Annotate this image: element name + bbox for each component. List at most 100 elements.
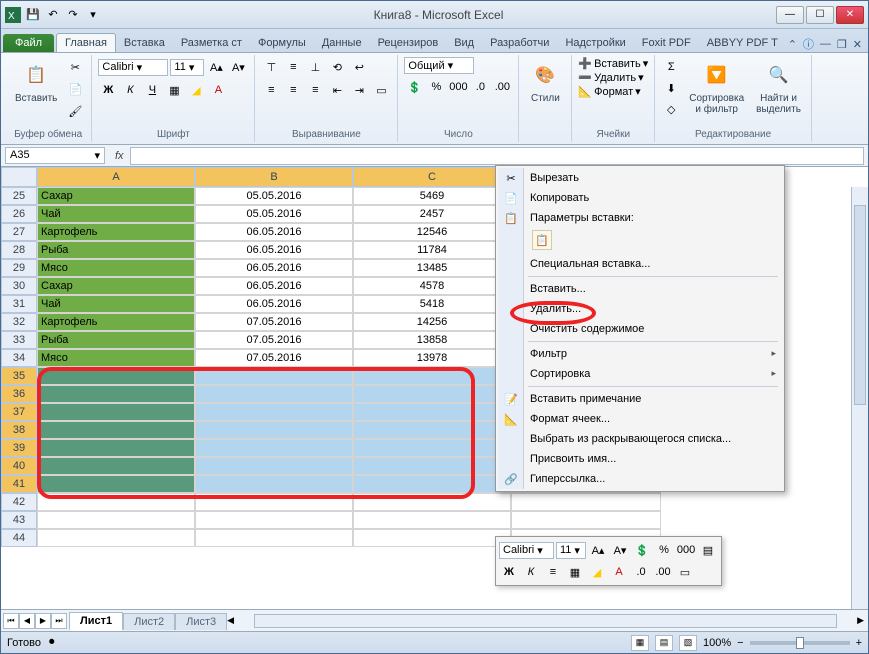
cell[interactable]: 06.05.2016 bbox=[195, 223, 353, 241]
font-color-icon[interactable]: A bbox=[208, 80, 228, 100]
cell[interactable]: 06.05.2016 bbox=[195, 277, 353, 295]
row-header-41[interactable]: 41 bbox=[1, 475, 37, 493]
formula-input[interactable] bbox=[130, 147, 864, 165]
row-header-40[interactable]: 40 bbox=[1, 457, 37, 475]
cell[interactable]: Мясо bbox=[37, 349, 195, 367]
tab-insert[interactable]: Вставка bbox=[116, 34, 173, 52]
maximize-button[interactable]: ☐ bbox=[806, 6, 834, 24]
cell[interactable]: Мясо bbox=[37, 259, 195, 277]
mini-decdec-icon[interactable]: .00 bbox=[653, 562, 673, 582]
tab-addins[interactable]: Надстройки bbox=[557, 34, 633, 52]
indent-inc-icon[interactable]: ⇥ bbox=[349, 80, 369, 100]
menu-dropdown[interactable]: Выбрать из раскрывающегося списка... bbox=[498, 429, 782, 449]
cell[interactable]: Сахар bbox=[37, 277, 195, 295]
cell[interactable] bbox=[353, 493, 511, 511]
row-header-30[interactable]: 30 bbox=[1, 277, 37, 295]
menu-comment[interactable]: 📝Вставить примечание bbox=[498, 389, 782, 409]
ribbon-min-icon[interactable]: ⌃ bbox=[788, 38, 797, 51]
align-bot-icon[interactable]: ⊥ bbox=[305, 57, 325, 77]
currency-icon[interactable]: 💲 bbox=[404, 77, 424, 97]
cell[interactable]: 13485 bbox=[353, 259, 511, 277]
cell[interactable]: Картофель bbox=[37, 223, 195, 241]
row-header-39[interactable]: 39 bbox=[1, 439, 37, 457]
row-header-28[interactable]: 28 bbox=[1, 241, 37, 259]
cell[interactable] bbox=[353, 439, 511, 457]
view-break-icon[interactable]: ▧ bbox=[679, 635, 697, 651]
row-header-25[interactable]: 25 bbox=[1, 187, 37, 205]
cell[interactable] bbox=[195, 457, 353, 475]
sheet-nav-prev-icon[interactable]: ◀ bbox=[19, 613, 35, 629]
sheet-nav-next-icon[interactable]: ▶ bbox=[35, 613, 51, 629]
mini-merge-icon[interactable]: ▭ bbox=[675, 562, 695, 582]
fx-icon[interactable]: fx bbox=[109, 150, 130, 162]
file-tab[interactable]: Файл bbox=[3, 34, 54, 52]
menu-delete[interactable]: Удалить... bbox=[498, 299, 782, 319]
cell[interactable]: Картофель bbox=[37, 313, 195, 331]
menu-cut[interactable]: ✂Вырезать bbox=[498, 168, 782, 188]
cell[interactable] bbox=[353, 385, 511, 403]
tab-foxit[interactable]: Foxit PDF bbox=[634, 34, 699, 52]
mini-grow-icon[interactable]: A▴ bbox=[588, 540, 608, 560]
doc-min-icon[interactable]: — bbox=[820, 38, 831, 50]
cell[interactable] bbox=[37, 385, 195, 403]
cell[interactable] bbox=[195, 511, 353, 529]
cell[interactable] bbox=[37, 475, 195, 493]
cell[interactable]: 5469 bbox=[353, 187, 511, 205]
doc-restore-icon[interactable]: ❐ bbox=[837, 38, 847, 51]
number-format-combo[interactable]: Общий▾ bbox=[404, 57, 474, 74]
comma-icon[interactable]: 000 bbox=[448, 77, 468, 97]
mini-styles-icon[interactable]: ▤ bbox=[698, 540, 718, 560]
cell[interactable] bbox=[37, 421, 195, 439]
autosum-icon[interactable]: Σ bbox=[661, 57, 681, 77]
fontsize-combo[interactable]: 11▾ bbox=[170, 59, 204, 76]
cell[interactable] bbox=[353, 457, 511, 475]
cell[interactable] bbox=[195, 385, 353, 403]
cell[interactable] bbox=[195, 421, 353, 439]
cell[interactable] bbox=[353, 529, 511, 547]
row-header-29[interactable]: 29 bbox=[1, 259, 37, 277]
mini-fill-icon[interactable]: ◢ bbox=[587, 562, 607, 582]
horizontal-scrollbar[interactable]: ◀▶ bbox=[227, 613, 868, 629]
fill-icon[interactable]: ⬇ bbox=[661, 78, 681, 98]
sheet-tab-2[interactable]: Лист2 bbox=[123, 613, 175, 630]
align-top-icon[interactable]: ⊤ bbox=[261, 57, 281, 77]
paste-button[interactable]: 📋 Вставить bbox=[11, 57, 61, 106]
mini-comma-icon[interactable]: 000 bbox=[676, 540, 696, 560]
cell[interactable]: Рыба bbox=[37, 241, 195, 259]
view-normal-icon[interactable]: ▦ bbox=[631, 635, 649, 651]
cell[interactable]: 07.05.2016 bbox=[195, 349, 353, 367]
mini-incdec-icon[interactable]: .0 bbox=[631, 562, 651, 582]
mini-font-combo[interactable]: Calibri▾ bbox=[499, 542, 554, 559]
clear-icon[interactable]: ◇ bbox=[661, 99, 681, 119]
view-layout-icon[interactable]: ▤ bbox=[655, 635, 673, 651]
cells-insert-button[interactable]: ➕Вставить▾ bbox=[578, 57, 648, 70]
cells-delete-button[interactable]: ➖Удалить▾ bbox=[578, 71, 643, 84]
cell[interactable] bbox=[353, 475, 511, 493]
menu-insert[interactable]: Вставить... bbox=[498, 279, 782, 299]
borders-icon[interactable]: ▦ bbox=[164, 80, 184, 100]
cut-icon[interactable]: ✂ bbox=[65, 57, 85, 77]
find-select-button[interactable]: 🔍 Найти и выделить bbox=[752, 57, 805, 117]
mini-percent-icon[interactable]: % bbox=[654, 540, 674, 560]
sheet-nav-last-icon[interactable]: ⏭ bbox=[51, 613, 67, 629]
cell[interactable]: 06.05.2016 bbox=[195, 241, 353, 259]
tab-data[interactable]: Данные bbox=[314, 34, 370, 52]
tab-home[interactable]: Главная bbox=[56, 33, 116, 52]
zoom-level[interactable]: 100% bbox=[703, 637, 731, 649]
tab-formulas[interactable]: Формулы bbox=[250, 34, 314, 52]
cell[interactable] bbox=[37, 367, 195, 385]
cell[interactable]: 11784 bbox=[353, 241, 511, 259]
mini-fontcolor-icon[interactable]: A bbox=[609, 562, 629, 582]
cell[interactable] bbox=[353, 421, 511, 439]
cell[interactable] bbox=[353, 511, 511, 529]
row-header-38[interactable]: 38 bbox=[1, 421, 37, 439]
cell[interactable]: 05.05.2016 bbox=[195, 187, 353, 205]
redo-icon[interactable]: ↷ bbox=[65, 7, 81, 23]
italic-icon[interactable]: К bbox=[120, 80, 140, 100]
percent-icon[interactable]: % bbox=[426, 77, 446, 97]
doc-close-icon[interactable]: ✕ bbox=[853, 38, 862, 51]
mini-italic-icon[interactable]: К bbox=[521, 562, 541, 582]
align-center-icon[interactable]: ≡ bbox=[283, 80, 303, 100]
cell[interactable]: 07.05.2016 bbox=[195, 313, 353, 331]
cell[interactable] bbox=[37, 457, 195, 475]
